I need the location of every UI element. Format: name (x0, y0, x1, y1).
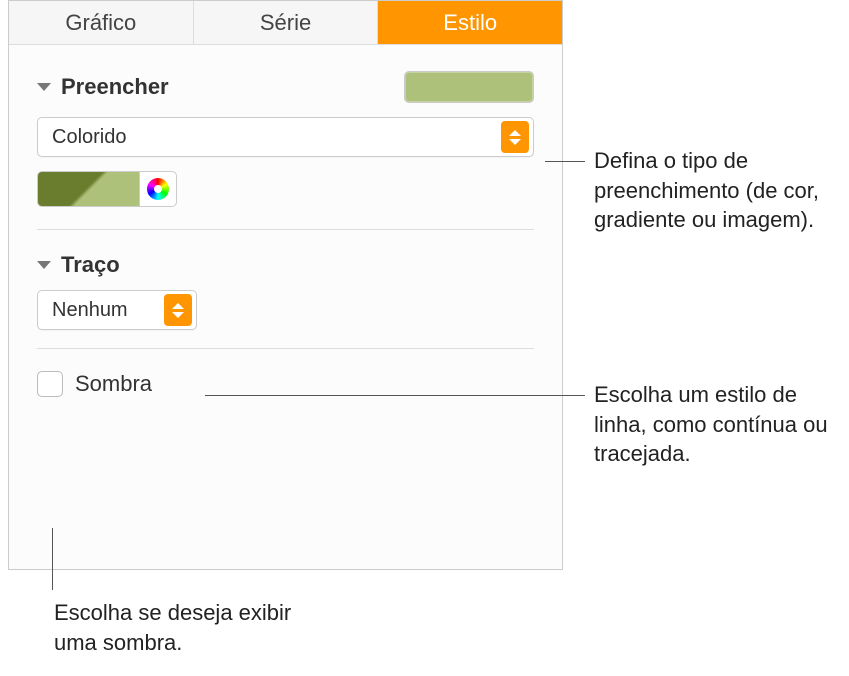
stroke-header-row: Traço (37, 252, 534, 278)
chevron-down-icon (37, 83, 51, 91)
tab-chart[interactable]: Gráfico (9, 1, 194, 44)
tab-bar: Gráfico Série Estilo (9, 1, 562, 45)
divider (37, 229, 534, 230)
fill-title: Preencher (61, 74, 169, 100)
fill-disclosure[interactable]: Preencher (37, 74, 169, 100)
color-wheel-icon (147, 178, 169, 200)
callout-shadow: Escolha se deseja exibir uma sombra. (54, 598, 314, 657)
fill-color-well[interactable] (404, 71, 534, 103)
shadow-row: Sombra (37, 371, 534, 397)
stroke-title: Traço (61, 252, 120, 278)
leader-line (545, 161, 585, 162)
popup-stepper-icon (164, 294, 192, 326)
leader-line (205, 395, 585, 396)
stroke-style-popup[interactable]: Nenhum (37, 290, 197, 330)
stroke-style-label: Nenhum (52, 299, 128, 322)
tab-style[interactable]: Estilo (378, 1, 562, 44)
popup-stepper-icon (501, 121, 529, 153)
callout-fill: Defina o tipo de preenchimento (de cor, … (594, 146, 834, 235)
fill-color-controls (37, 171, 534, 207)
divider (37, 348, 534, 349)
shadow-label: Sombra (75, 371, 152, 397)
style-panel: Gráfico Série Estilo Preencher Colorido (8, 0, 563, 570)
leader-line (52, 528, 53, 590)
chevron-down-icon (37, 261, 51, 269)
fill-header-row: Preencher (37, 71, 534, 103)
shadow-checkbox[interactable] (37, 371, 63, 397)
color-picker-button[interactable] (139, 171, 177, 207)
fill-type-label: Colorido (52, 126, 126, 149)
fill-gradient-swatch[interactable] (37, 171, 139, 207)
callout-stroke: Escolha um estilo de linha, como contínu… (594, 380, 834, 469)
stroke-disclosure[interactable]: Traço (37, 252, 120, 278)
fill-type-popup[interactable]: Colorido (37, 117, 534, 157)
panel-body: Preencher Colorido Traço N (9, 45, 562, 397)
tab-series[interactable]: Série (194, 1, 379, 44)
